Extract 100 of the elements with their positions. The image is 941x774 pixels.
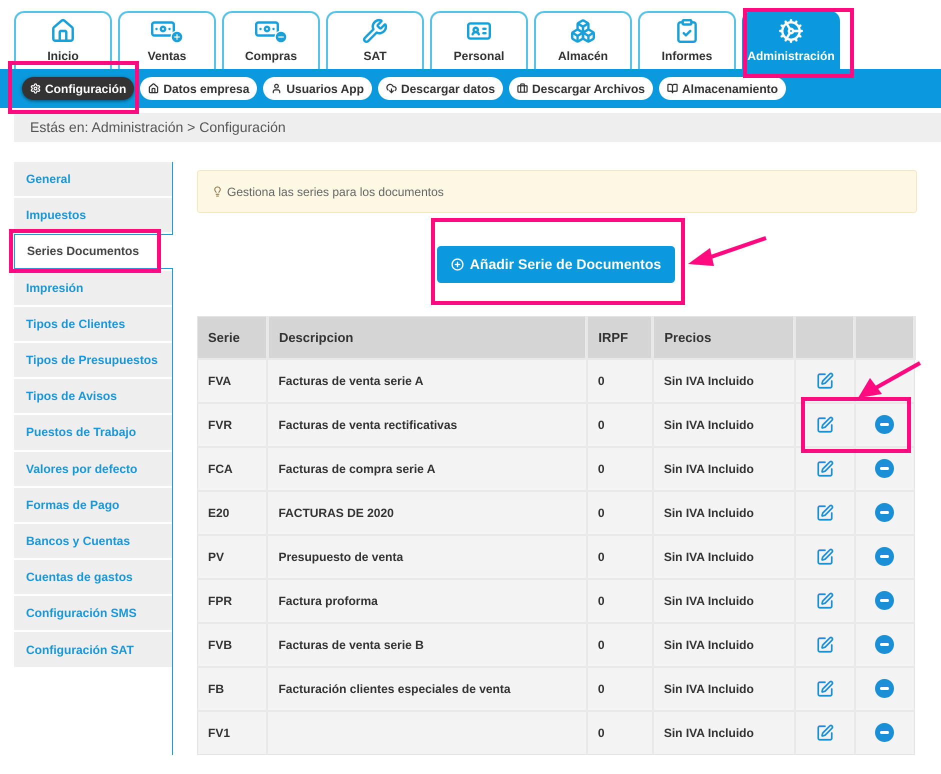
sub-tab[interactable]: Almacenamiento (658, 77, 786, 100)
column-header: IRPF (598, 330, 628, 344)
table-cell: 0 (598, 374, 605, 388)
main-tab[interactable]: Inicio (14, 11, 112, 69)
table-cell: 0 (598, 682, 605, 696)
briefcase-icon (517, 83, 528, 94)
table-cell: FB (208, 682, 224, 696)
table-cell: Facturas de venta serie A (278, 374, 424, 388)
edit-icon[interactable] (816, 460, 834, 478)
add-series-button[interactable]: Añadir Serie de Documentos (436, 246, 676, 283)
remove-icon[interactable] (875, 459, 894, 478)
table-cell: Sin IVA Incluido (664, 418, 754, 432)
table-cell: FVR (208, 418, 232, 432)
settings-icon (30, 83, 41, 94)
column-header: Serie (208, 330, 240, 344)
table-cell: Presupuesto de venta (278, 550, 404, 564)
table-cell: Factura proforma (278, 594, 378, 608)
column-header: Descripcion (278, 330, 354, 344)
main-tab[interactable]: Ventas (118, 11, 216, 69)
sub-tab[interactable]: Datos empresa (140, 77, 258, 100)
remove-icon[interactable] (875, 679, 894, 698)
edit-icon[interactable] (816, 372, 834, 390)
table-cell: FVA (208, 374, 232, 388)
house-icon (50, 18, 76, 44)
sidebar-item[interactable]: Cuentas de gastos (14, 560, 172, 594)
table-cell: 0 (598, 550, 605, 564)
edit-icon[interactable] (816, 724, 834, 742)
table-cell: Facturas de compra serie A (278, 462, 436, 476)
remove-icon[interactable] (875, 591, 894, 610)
boxes-icon (570, 18, 596, 44)
edit-icon[interactable] (816, 680, 834, 698)
main-tab[interactable]: Informes (638, 11, 736, 69)
main-tab[interactable]: SAT (326, 11, 424, 69)
clipboard-check-icon (674, 18, 700, 44)
sub-tab[interactable]: Descargar Archivos (509, 77, 653, 100)
remove-icon[interactable] (875, 503, 894, 522)
sidebar-item[interactable]: Configuración SMS (14, 596, 172, 630)
table-cell: Sin IVA Incluido (664, 550, 754, 564)
plus-circle-icon (450, 258, 464, 271)
table-cell: FVB (208, 638, 232, 652)
notice-text: Gestiona las series para los documentos (227, 184, 444, 200)
edit-icon[interactable] (816, 548, 834, 566)
lightbulb-icon (212, 186, 223, 197)
wrench-icon (362, 18, 388, 44)
sidebar-item[interactable]: Formas de Pago (14, 488, 172, 522)
main-tab[interactable]: Almacén (534, 11, 632, 69)
arrow (858, 360, 922, 400)
main-tab[interactable]: Administración (742, 11, 840, 69)
remove-icon[interactable] (875, 635, 894, 654)
sidebar-item[interactable]: Tipos de Avisos (14, 379, 172, 414)
table-cell: E20 (208, 506, 230, 520)
remove-icon[interactable] (875, 415, 894, 434)
sidebar-item[interactable]: Puestos de Trabajo (14, 415, 172, 450)
table-cell: FACTURAS DE 2020 (278, 506, 394, 520)
main-tab[interactable]: Personal (430, 11, 528, 69)
sidebar-item[interactable]: Impuestos (14, 198, 172, 232)
sidebar-item[interactable]: Series Documentos (14, 234, 173, 269)
table-cell: FPR (208, 594, 232, 608)
table-cell: 0 (598, 462, 605, 476)
sidebar-item[interactable]: Tipos de Clientes (14, 306, 172, 341)
edit-icon[interactable] (816, 504, 834, 522)
book-icon (666, 83, 678, 94)
table-cell: Sin IVA Incluido (664, 506, 754, 520)
table-cell: FV1 (208, 726, 230, 740)
table-cell: 0 (598, 418, 605, 432)
user-icon (271, 83, 282, 94)
table-cell: Facturas de venta rectificativas (278, 418, 458, 432)
table-cell: 0 (598, 506, 605, 520)
table-cell: Sin IVA Incluido (664, 374, 754, 388)
sidebar-item[interactable]: General (14, 162, 172, 196)
table-cell: 0 (598, 638, 605, 652)
sub-tab[interactable]: Usuarios App (263, 77, 372, 100)
sidebar-item[interactable]: Tipos de Presupuestos (14, 342, 172, 378)
table-cell: 0 (598, 594, 605, 608)
table-cell: Facturación clientes especiales de venta (278, 682, 511, 696)
sub-tab[interactable]: Configuración (22, 77, 134, 100)
cloud-download-icon (386, 83, 397, 94)
column-header: Precios (664, 330, 712, 344)
edit-icon[interactable] (816, 636, 834, 654)
table-cell: FCA (208, 462, 233, 476)
sidebar-item[interactable]: Bancos y Cuentas (14, 524, 172, 558)
sub-tab[interactable]: Descargar datos (378, 77, 503, 100)
remove-icon[interactable] (875, 723, 894, 742)
house-icon (148, 83, 160, 94)
sidebar-item[interactable]: Configuración SAT (14, 632, 172, 667)
sidebar-item[interactable]: Impresión (14, 270, 172, 305)
table-cell: Sin IVA Incluido (664, 638, 754, 652)
table-cell: Sin IVA Incluido (664, 682, 754, 696)
remove-icon[interactable] (875, 547, 894, 566)
table-cell: Sin IVA Incluido (664, 462, 754, 476)
edit-icon[interactable] (816, 416, 834, 434)
table-cell: Sin IVA Incluido (664, 726, 754, 740)
table-cell: Sin IVA Incluido (664, 594, 754, 608)
sidebar-item[interactable]: Valores por defecto (14, 452, 172, 486)
table-cell: 0 (598, 726, 605, 740)
edit-icon[interactable] (816, 592, 834, 610)
table-cell: Facturas de venta serie B (278, 638, 424, 652)
table-cell: PV (208, 550, 224, 564)
main-tab[interactable]: Compras (222, 11, 320, 69)
breadcrumb: Estás en: Administración > Configuración (30, 118, 286, 137)
